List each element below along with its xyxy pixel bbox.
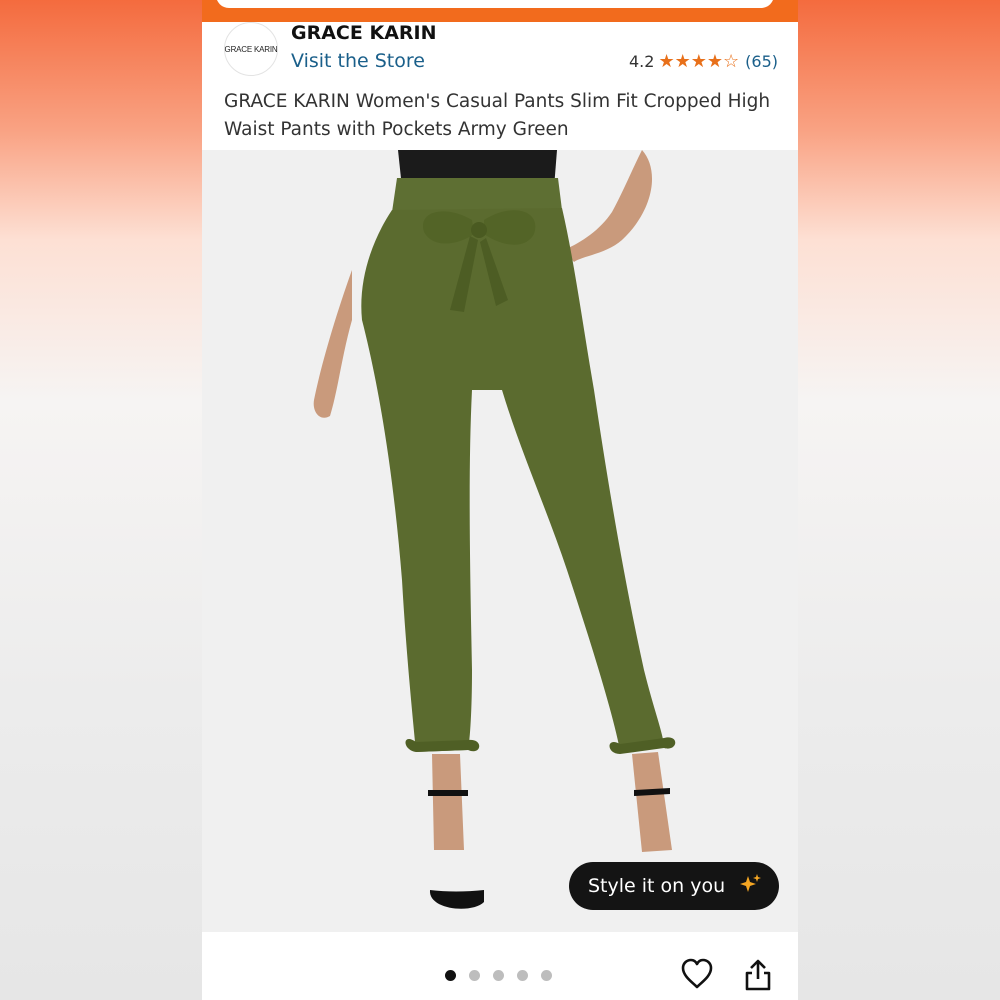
- star-full-icon: ★: [658, 50, 675, 72]
- carousel-dot[interactable]: [517, 970, 528, 981]
- rating-summary[interactable]: 4.2 ★ ★ ★ ★ ☆ (65): [629, 52, 778, 71]
- star-rating: ★ ★ ★ ★ ☆: [658, 50, 740, 72]
- bottom-bar: [202, 932, 798, 1000]
- style-it-on-you-button[interactable]: Style it on you: [569, 862, 779, 910]
- heart-icon[interactable]: [680, 958, 714, 995]
- carousel-dots: [445, 970, 565, 981]
- sparkle-icon: [739, 873, 763, 900]
- product-page: GRACE KARIN GRACE KARIN Visit the Store …: [202, 0, 798, 1000]
- search-bar[interactable]: [216, 0, 774, 8]
- product-image[interactable]: [202, 150, 798, 932]
- visit-store-link[interactable]: Visit the Store: [291, 50, 425, 72]
- brand-logo-text: GRACE KARIN: [224, 44, 278, 54]
- star-full-icon: ★: [690, 50, 707, 72]
- star-full-icon: ★: [706, 50, 724, 72]
- top-bar: [202, 0, 798, 22]
- rating-value: 4.2: [629, 52, 655, 71]
- star-empty-icon: ☆: [723, 50, 740, 72]
- background-right: [798, 0, 1000, 1000]
- carousel-dot[interactable]: [541, 970, 552, 981]
- product-title: GRACE KARIN Women's Casual Pants Slim Fi…: [224, 91, 771, 140]
- carousel-dot[interactable]: [469, 970, 480, 981]
- brand-name: GRACE KARIN: [291, 22, 437, 44]
- carousel-dot[interactable]: [493, 970, 504, 981]
- background-left: [0, 0, 202, 1000]
- brand-logo[interactable]: GRACE KARIN: [224, 22, 278, 76]
- share-icon[interactable]: [743, 958, 773, 997]
- rating-count[interactable]: (65): [745, 52, 778, 71]
- style-button-label: Style it on you: [588, 875, 726, 897]
- star-full-icon: ★: [674, 50, 691, 72]
- pants-illustration: [202, 150, 798, 932]
- carousel-dot[interactable]: [445, 970, 456, 981]
